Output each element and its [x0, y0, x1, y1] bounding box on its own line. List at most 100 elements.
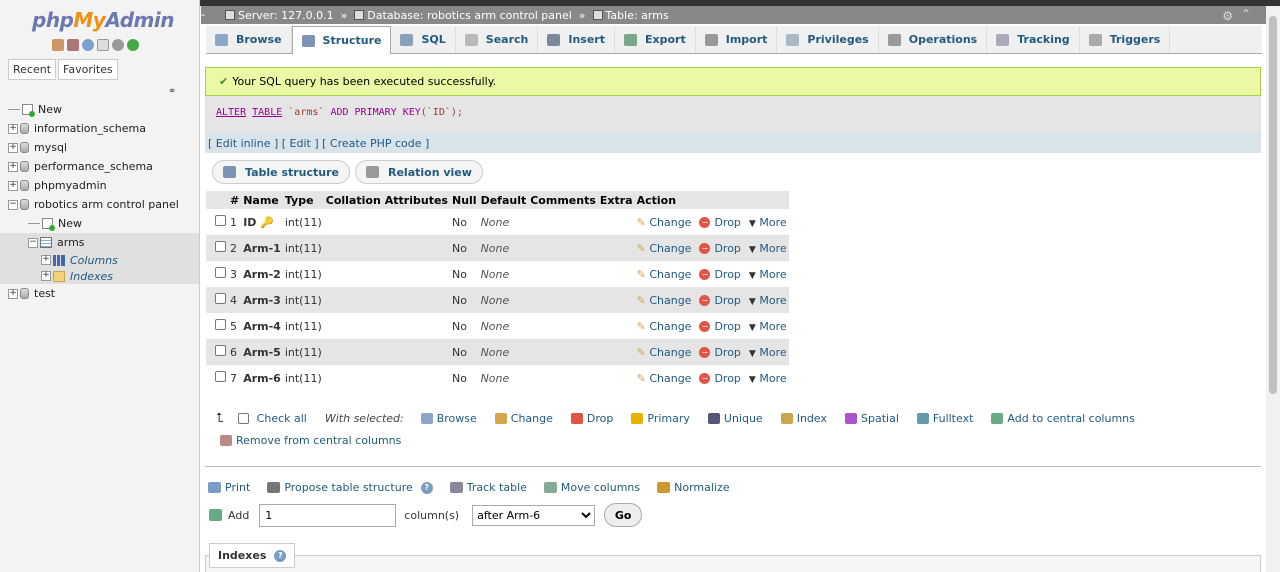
bulk-drop-button[interactable]: Drop	[570, 412, 613, 425]
more-dropdown[interactable]: ▼ More	[749, 242, 787, 255]
row-checkbox[interactable]	[215, 267, 226, 278]
drop-button[interactable]: − Drop	[699, 346, 741, 359]
help-icon[interactable]: ?	[420, 481, 433, 494]
expand-icon[interactable]: +	[8, 142, 18, 153]
tab-privileges[interactable]: Privileges	[777, 26, 879, 53]
bulk-index-button[interactable]: Index	[780, 412, 827, 425]
move-columns-link[interactable]: Move columns	[543, 481, 640, 494]
bulk-spatial-button[interactable]: Spatial	[845, 412, 899, 425]
bulk-primary-button[interactable]: Primary	[631, 412, 690, 425]
change-button[interactable]: ✎ Change	[637, 346, 692, 359]
reload-icon[interactable]	[127, 39, 139, 51]
normalize-link[interactable]: Normalize	[657, 481, 730, 494]
field-name[interactable]: Arm-5	[243, 346, 281, 359]
tree-item-indexes[interactable]: + Indexes	[0, 268, 199, 284]
more-dropdown[interactable]: ▼ More	[749, 346, 787, 359]
field-name[interactable]: Arm-6	[243, 372, 281, 385]
row-checkbox[interactable]	[215, 345, 226, 356]
more-dropdown[interactable]: ▼ More	[749, 294, 787, 307]
bulk-add-to-central-columns-button[interactable]: Add to central columns	[991, 412, 1135, 425]
bulk-change-button[interactable]: Change	[494, 412, 553, 425]
tab-operations[interactable]: Operations	[879, 26, 988, 53]
expand-icon[interactable]: +	[8, 123, 18, 134]
column-count-input[interactable]	[259, 503, 397, 527]
expand-icon[interactable]: +	[41, 271, 51, 281]
expand-icon[interactable]: +	[8, 180, 18, 191]
tab-browse[interactable]: Browse	[206, 26, 292, 53]
drop-button[interactable]: − Drop	[699, 320, 741, 333]
more-dropdown[interactable]: ▼ More	[749, 372, 787, 385]
breadcrumb-table[interactable]: Table: arms	[592, 9, 669, 22]
change-button[interactable]: ✎ Change	[637, 242, 692, 255]
home-icon[interactable]	[52, 39, 64, 51]
expand-icon[interactable]: +	[8, 288, 18, 299]
row-checkbox[interactable]	[215, 371, 226, 382]
tree-item-new[interactable]: New	[0, 100, 199, 119]
change-button[interactable]: ✎ Change	[637, 216, 692, 229]
sql-keyword-table[interactable]: TABLE	[252, 107, 282, 118]
tree-item-performance-schema[interactable]: + performance_schema	[0, 157, 199, 176]
breadcrumb-server[interactable]: Server: 127.0.0.1	[225, 9, 334, 22]
more-dropdown[interactable]: ▼ More	[749, 268, 787, 281]
remove-central-columns-button[interactable]: Remove from central columns	[220, 434, 401, 447]
drop-button[interactable]: − Drop	[699, 294, 741, 307]
collapse-icon[interactable]: –	[200, 8, 206, 21]
tree-item-mysql[interactable]: + mysql	[0, 138, 199, 157]
drop-button[interactable]: − Drop	[699, 216, 741, 229]
more-dropdown[interactable]: ▼ More	[749, 216, 787, 229]
change-button[interactable]: ✎ Change	[637, 320, 692, 333]
row-checkbox[interactable]	[215, 241, 226, 252]
sql-action-links[interactable]: [ Edit inline ] [ Edit ] [ Create PHP co…	[205, 133, 1261, 153]
row-checkbox[interactable]	[215, 293, 226, 304]
field-name[interactable]: ID	[243, 216, 256, 229]
tree-item-new[interactable]: New	[0, 214, 199, 233]
field-name[interactable]: Arm-3	[243, 294, 281, 307]
gear-icon[interactable]: ⚙	[1222, 9, 1233, 23]
column-position-select[interactable]: after Arm-6	[472, 504, 596, 526]
drop-button[interactable]: − Drop	[699, 242, 741, 255]
tree-item-columns[interactable]: + Columns	[0, 252, 199, 268]
tree-item-arms[interactable]: − arms	[0, 233, 199, 252]
tree-item-phpmyadmin[interactable]: + phpmyadmin	[0, 176, 199, 195]
expand-icon[interactable]: +	[8, 161, 18, 172]
check-all-label[interactable]: Check all	[257, 412, 307, 425]
tree-item-test[interactable]: + test	[0, 284, 199, 303]
tab-tracking[interactable]: Tracking	[987, 26, 1080, 53]
collapse-top-icon[interactable]: ⌃	[1241, 7, 1251, 21]
tree-item-robotics-arm-control-panel[interactable]: − robotics arm control panel	[0, 195, 199, 214]
go-button[interactable]: Go	[604, 503, 643, 527]
tab-export[interactable]: Export	[615, 26, 696, 53]
row-checkbox[interactable]	[215, 215, 226, 226]
sql-keyword-alter[interactable]: ALTER	[216, 107, 246, 118]
change-button[interactable]: ✎ Change	[637, 294, 692, 307]
tab-insert[interactable]: Insert	[538, 26, 615, 53]
favorites-tab[interactable]: Favorites	[58, 59, 118, 80]
tab-triggers[interactable]: Triggers	[1080, 26, 1171, 53]
logout-icon[interactable]	[67, 39, 79, 51]
scrollbar[interactable]	[1266, 6, 1280, 572]
change-button[interactable]: ✎ Change	[637, 268, 692, 281]
track-table-link[interactable]: Track table	[449, 481, 527, 494]
help-icon[interactable]: ?	[274, 549, 287, 562]
bulk-unique-button[interactable]: Unique	[707, 412, 763, 425]
propose-table-structure-link[interactable]: Propose table structure?	[267, 481, 433, 494]
help-icon[interactable]	[82, 39, 94, 51]
field-name[interactable]: Arm-2	[243, 268, 281, 281]
tab-structure[interactable]: Structure	[291, 26, 392, 54]
collapse-icon[interactable]: −	[8, 199, 18, 210]
scrollbar-thumb[interactable]	[1269, 16, 1277, 394]
check-all-checkbox[interactable]	[237, 412, 249, 424]
change-button[interactable]: ✎ Change	[637, 372, 692, 385]
expand-icon[interactable]: +	[41, 255, 51, 265]
relation-view-button[interactable]: Relation view	[355, 160, 483, 184]
bulk-browse-button[interactable]: Browse	[420, 412, 477, 425]
bulk-fulltext-button[interactable]: Fulltext	[916, 412, 973, 425]
recent-tab[interactable]: Recent	[8, 59, 57, 80]
field-name[interactable]: Arm-4	[243, 320, 281, 333]
breadcrumb-database[interactable]: Database: robotics arm control panel	[354, 9, 572, 22]
tree-item-information-schema[interactable]: + information_schema	[0, 119, 199, 138]
drop-button[interactable]: − Drop	[699, 268, 741, 281]
print-link[interactable]: Print	[208, 481, 250, 494]
settings-icon[interactable]	[112, 39, 124, 51]
tab-search[interactable]: Search	[456, 26, 539, 53]
